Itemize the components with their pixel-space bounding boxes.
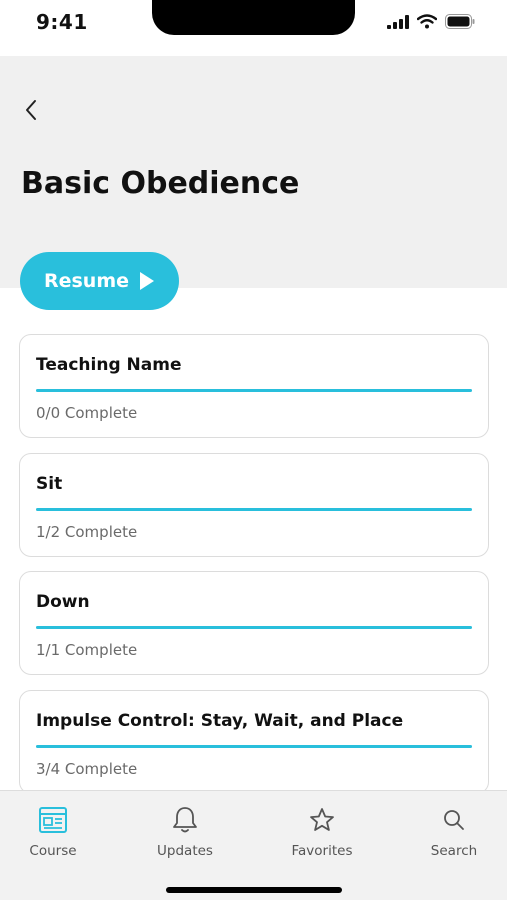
lesson-status: 1/1 Complete: [36, 641, 138, 659]
play-icon: [140, 272, 155, 290]
tab-course[interactable]: Course: [8, 805, 98, 859]
lesson-card[interactable]: Teaching Name 0/0 Complete: [19, 334, 489, 438]
tab-label: Updates: [157, 843, 213, 859]
wifi-icon: [416, 14, 438, 33]
status-time: 9:41: [36, 10, 88, 34]
lesson-progress-bar: [36, 507, 472, 511]
lesson-progress-fill: [36, 744, 472, 748]
status-bar: 9:41: [0, 0, 507, 56]
tab-updates[interactable]: Updates: [140, 805, 230, 859]
tab-label: Course: [29, 843, 77, 859]
lesson-status: 0/0 Complete: [36, 404, 138, 422]
resume-button[interactable]: Resume: [20, 252, 179, 310]
resume-button-label: Resume: [43, 270, 130, 292]
bell-icon: [172, 805, 198, 835]
lesson-progress-bar: [36, 389, 472, 392]
lesson-status: 1/2 Complete: [36, 522, 138, 541]
status-icons: [387, 14, 475, 33]
lesson-status: 3/4 Complete: [36, 759, 138, 778]
device-notch: [152, 0, 355, 35]
tab-label: Search: [430, 843, 478, 859]
chevron-left-icon: [26, 100, 36, 120]
lesson-progress-fill: [36, 507, 472, 511]
lesson-title: Down: [36, 592, 90, 612]
lesson-progress-fill: [36, 389, 472, 392]
lesson-title: Sit: [36, 473, 63, 494]
lesson-title: Impulse Control: Stay, Wait, and Place: [36, 710, 404, 731]
lesson-progress-fill: [36, 626, 472, 629]
lesson-card[interactable]: Impulse Control: Stay, Wait, and Place 3…: [19, 689, 489, 794]
lesson-card[interactable]: Sit 1/2 Complete: [19, 452, 489, 557]
lesson-card[interactable]: Down 1/1 Complete: [19, 571, 489, 675]
cellular-signal-icon: [387, 14, 409, 33]
tab-label: Favorites: [291, 843, 353, 859]
back-button[interactable]: [18, 96, 46, 124]
lesson-progress-bar: [36, 744, 472, 748]
tab-bar: Course Updates Favorites Search: [0, 790, 507, 900]
lesson-progress-bar: [36, 626, 472, 629]
course-icon: [39, 805, 67, 835]
home-indicator[interactable]: [166, 887, 342, 893]
battery-icon: [445, 14, 475, 33]
star-icon: [309, 805, 335, 835]
lesson-list: Teaching Name 0/0 Complete Sit 1/2 Compl…: [19, 334, 489, 808]
tab-favorites[interactable]: Favorites: [277, 805, 367, 859]
page-title: Basic Obedience: [21, 166, 300, 201]
search-icon: [442, 805, 466, 835]
lesson-title: Teaching Name: [36, 355, 182, 375]
tab-search[interactable]: Search: [409, 805, 499, 859]
